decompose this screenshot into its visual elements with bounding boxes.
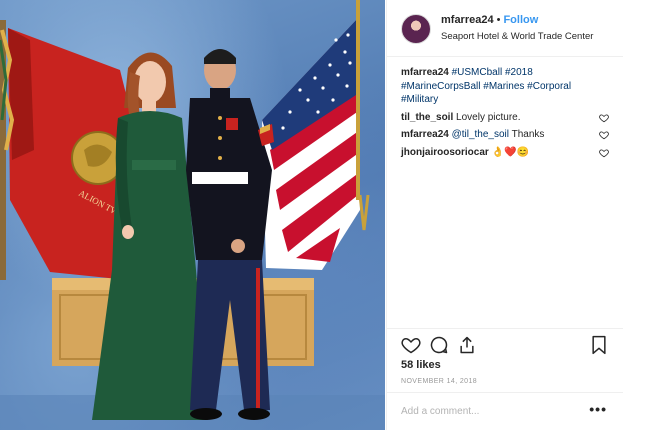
add-comment-bar: Add a comment... ••• <box>387 392 623 431</box>
likes-count[interactable]: 58 likes <box>401 359 441 371</box>
comment-username[interactable]: jhonjairoosoriocar <box>401 147 489 158</box>
post-location[interactable]: Seaport Hotel & World Trade Center <box>441 31 593 42</box>
comment-username[interactable]: mfarrea24 <box>401 129 449 140</box>
header-user-row: mfarrea24 • Follow <box>441 14 538 26</box>
post-sidebar: mfarrea24 • Follow Seaport Hotel & World T… <box>386 0 623 430</box>
comment-mention[interactable]: @til_the_soil <box>452 129 509 140</box>
share-icon[interactable] <box>457 335 477 355</box>
separator-dot: • <box>496 14 501 26</box>
comment-text: Lovely picture. <box>456 111 521 123</box>
comments-section: mfarrea24 #USMCball #2018 #MarineCorpsBa… <box>401 66 609 163</box>
add-comment-input[interactable]: Add a comment... <box>401 406 479 417</box>
small-heart-icon[interactable] <box>599 113 609 123</box>
post-photo[interactable]: ALION TWE <box>0 0 385 430</box>
small-heart-icon[interactable] <box>599 130 609 140</box>
more-options-icon[interactable]: ••• <box>589 401 607 417</box>
comment-text: 👌❤️😊 <box>491 146 529 158</box>
header-username[interactable]: mfarrea24 <box>441 14 494 26</box>
post-caption: mfarrea24 #USMCball #2018 #MarineCorpsBa… <box>401 66 609 107</box>
comment-text: Thanks <box>511 129 545 140</box>
post-header: mfarrea24 • Follow Seaport Hotel & World T… <box>387 0 623 57</box>
comment-icon[interactable] <box>429 335 449 355</box>
follow-button[interactable]: Follow <box>503 14 538 26</box>
caption-username[interactable]: mfarrea24 <box>401 67 449 78</box>
heart-icon[interactable] <box>401 335 421 355</box>
action-bar <box>387 328 623 359</box>
comment-item: til_the_soil Lovely picture. <box>401 111 609 125</box>
comment-item: jhonjairoosoriocar 👌❤️😊 <box>401 146 609 160</box>
bookmark-icon[interactable] <box>589 335 609 355</box>
us-flag <box>262 0 370 270</box>
post-date: NOVEMBER 14, 2018 <box>401 378 478 385</box>
comment-item: mfarrea24 @til_the_soil Thanks <box>401 128 609 142</box>
photo-scene: ALION TWE <box>0 0 385 430</box>
profile-avatar[interactable] <box>401 14 431 44</box>
small-heart-icon[interactable] <box>599 148 609 158</box>
comment-username[interactable]: til_the_soil <box>401 112 453 123</box>
